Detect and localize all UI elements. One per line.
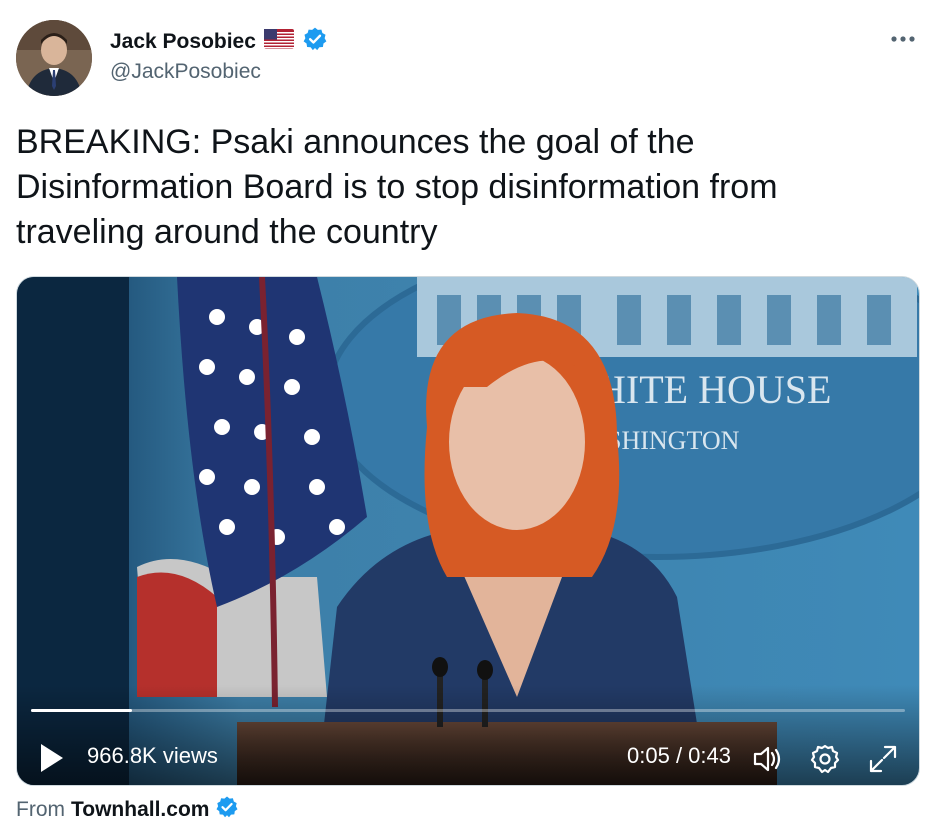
backdrop-text-line2: SHINGTON xyxy=(607,426,740,455)
tweet-header: Jack Posobiec @JackPosobiec xyxy=(16,18,920,98)
video-controls: 966.8K views 0:05 / 0:43 xyxy=(17,685,919,785)
video-time: 0:05 / 0:43 xyxy=(627,743,731,768)
backdrop-text-line1: HITE HOUSE xyxy=(597,367,831,412)
tweet-text: BREAKING: Psaki announces the goal of th… xyxy=(16,123,778,251)
progress-fill xyxy=(31,709,133,712)
progress-bar[interactable] xyxy=(31,709,905,712)
source-prefix: From xyxy=(16,798,65,821)
verified-badge-icon xyxy=(215,795,239,825)
us-flag-icon xyxy=(263,29,294,54)
author-name[interactable]: Jack Posobiec xyxy=(110,30,256,54)
fullscreen-icon[interactable] xyxy=(865,741,901,777)
author-handle[interactable]: @JackPosobiec xyxy=(110,60,261,84)
more-options-icon[interactable] xyxy=(888,24,918,54)
video-player[interactable]: HITE HOUSE SHINGTON 966.8K views 0:05 / … xyxy=(16,276,920,786)
play-icon[interactable] xyxy=(37,741,67,775)
avatar[interactable] xyxy=(16,20,92,96)
view-count: 966.8K views xyxy=(87,743,218,768)
media-source: From Townhall.com xyxy=(16,795,239,825)
volume-icon[interactable] xyxy=(749,741,785,777)
source-link[interactable]: Townhall.com xyxy=(71,798,209,822)
verified-badge-icon xyxy=(302,26,328,57)
settings-icon[interactable] xyxy=(807,741,843,777)
